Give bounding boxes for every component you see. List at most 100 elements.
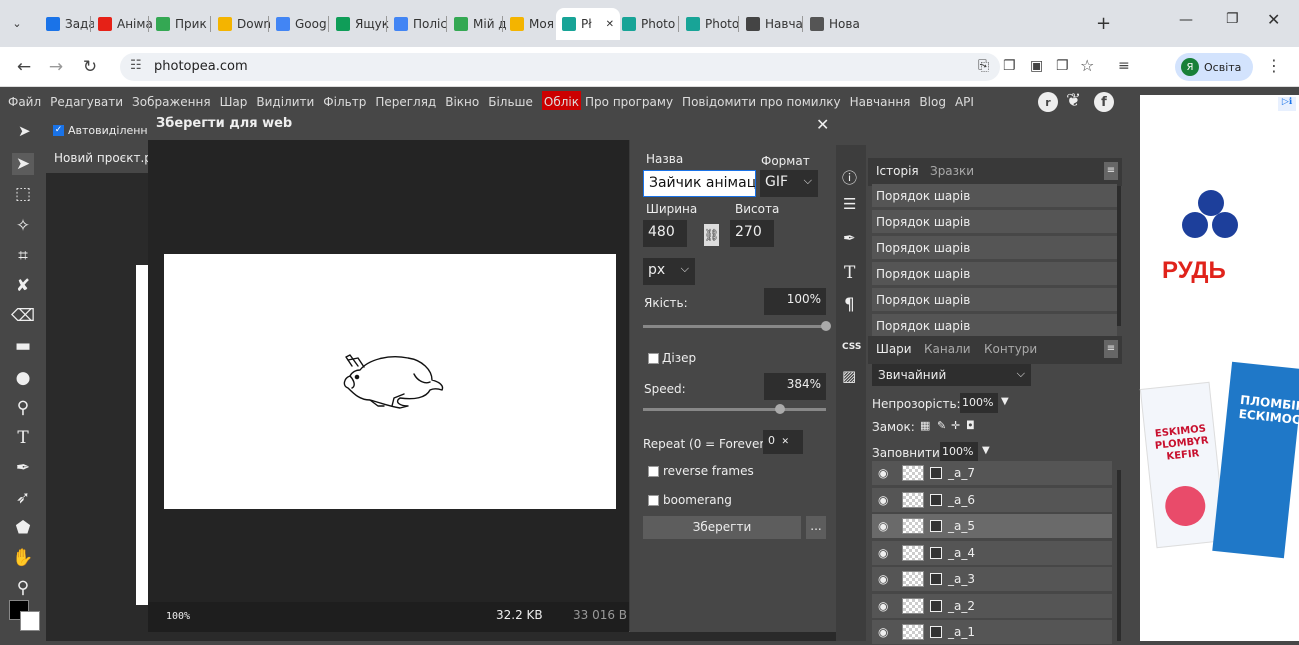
browser-tab[interactable]: Навча bbox=[740, 8, 806, 40]
history-item[interactable]: Порядок шарів bbox=[872, 184, 1117, 208]
tab-paths[interactable]: Контури bbox=[984, 342, 1037, 356]
layer-row[interactable]: ◉ _a_1 bbox=[872, 620, 1112, 645]
history-scrollbar[interactable] bbox=[1117, 186, 1121, 326]
twitter-icon[interactable]: ❦ bbox=[1066, 90, 1081, 111]
info-icon[interactable]: ⓘ bbox=[842, 167, 857, 188]
layer-row[interactable]: ◉ _a_7 bbox=[872, 461, 1112, 486]
zoom-tool-icon[interactable]: ⚲ bbox=[12, 577, 34, 599]
save-button[interactable]: Зберегти bbox=[643, 516, 801, 539]
restore-button[interactable]: ❐ bbox=[1226, 11, 1239, 27]
forward-button[interactable]: → bbox=[42, 53, 70, 81]
advertisement[interactable]: ▷ℹ РУДЬ ESKIMOS PLOMBYR KEFIR ПЛОМБІР ЕС… bbox=[1139, 95, 1299, 641]
eraser-tool-icon[interactable]: ⌫ bbox=[11, 305, 35, 327]
adjustments-icon[interactable]: ☰ bbox=[843, 195, 856, 213]
opacity-input[interactable]: 100% bbox=[960, 393, 998, 413]
menu-item[interactable]: Blog bbox=[919, 95, 946, 109]
ad-choices-icon[interactable]: ▷ℹ bbox=[1278, 97, 1296, 111]
browser-tab[interactable]: Аніма bbox=[92, 8, 152, 40]
marquee-tool-icon[interactable]: ⬚ bbox=[12, 183, 34, 205]
minimize-button[interactable]: — bbox=[1179, 12, 1193, 28]
fill-input[interactable]: 100% bbox=[940, 442, 978, 462]
menu-item[interactable]: Перегляд bbox=[375, 95, 436, 109]
blend-mode-select[interactable]: Звичайний ⌵ bbox=[872, 364, 1031, 386]
healing-tool-icon[interactable]: ✘ bbox=[12, 275, 34, 297]
menu-item[interactable]: Шар bbox=[220, 95, 248, 109]
menu-item[interactable]: Про програму bbox=[585, 95, 673, 109]
dodge-tool-icon[interactable]: ⚲ bbox=[12, 397, 34, 419]
link-proportions-icon[interactable]: ⛓ bbox=[704, 224, 719, 246]
menu-item[interactable]: Файл bbox=[8, 95, 41, 109]
browser-tab[interactable]: Photo bbox=[616, 8, 682, 40]
visibility-eye-icon[interactable]: ◉ bbox=[878, 519, 896, 533]
visibility-eye-icon[interactable]: ◉ bbox=[878, 546, 896, 560]
menu-item[interactable]: Редагувати bbox=[50, 95, 123, 109]
history-item[interactable]: Порядок шарів bbox=[872, 236, 1117, 260]
type-tool-icon[interactable]: T bbox=[12, 427, 34, 449]
shape-tool-icon[interactable]: ⬟ bbox=[12, 517, 34, 539]
menu-item[interactable]: Вікно bbox=[445, 95, 479, 109]
menu-item[interactable]: Фільтр bbox=[323, 95, 366, 109]
chevron-down-icon[interactable]: ▼ bbox=[1001, 396, 1009, 407]
layer-row[interactable]: ◉ _a_3 bbox=[872, 567, 1112, 592]
install-app-icon[interactable]: ❐ bbox=[1003, 58, 1016, 74]
visibility-eye-icon[interactable]: ◉ bbox=[878, 466, 896, 480]
document-tab[interactable]: Новий проєкт.p bbox=[46, 145, 150, 173]
browser-menu-icon[interactable]: ⋮ bbox=[1266, 56, 1282, 75]
reverse-frames-checkbox[interactable] bbox=[648, 466, 659, 477]
browser-tab[interactable]: Ящук bbox=[330, 8, 390, 40]
history-item[interactable]: Порядок шарів bbox=[872, 288, 1117, 312]
move-tool-icon[interactable]: ➤ bbox=[18, 122, 31, 140]
bookmark-star-icon[interactable]: ☆ bbox=[1080, 56, 1094, 75]
panel-menu-icon[interactable]: ≡ bbox=[1104, 162, 1118, 180]
menu-item[interactable]: Повідомити про помилку bbox=[682, 95, 841, 109]
profile-button[interactable]: Я Освіта bbox=[1175, 53, 1253, 81]
reading-list-icon[interactable]: ≡ bbox=[1118, 58, 1130, 74]
path-select-icon[interactable]: ➶ bbox=[12, 487, 34, 509]
facebook-icon[interactable]: f bbox=[1094, 92, 1114, 112]
visibility-eye-icon[interactable]: ◉ bbox=[878, 572, 896, 586]
move-tool-icon[interactable]: ➤ bbox=[12, 153, 34, 175]
chevron-down-icon[interactable]: ▼ bbox=[982, 445, 990, 456]
crop-tool-icon[interactable]: ⌗ bbox=[12, 245, 34, 267]
translate-icon[interactable]: ▣ bbox=[1030, 58, 1043, 74]
menu-item[interactable]: API bbox=[955, 95, 974, 109]
reload-button[interactable]: ↻ bbox=[76, 53, 104, 81]
tab-layers[interactable]: Шари bbox=[876, 342, 912, 356]
browser-tab[interactable]: Поліс bbox=[388, 8, 450, 40]
share-icon[interactable]: ❐ bbox=[1056, 58, 1069, 74]
history-item[interactable]: Порядок шарів bbox=[872, 210, 1117, 234]
width-input[interactable]: 480 bbox=[643, 220, 687, 247]
boomerang-checkbox[interactable] bbox=[648, 495, 659, 506]
lock-position-icon[interactable]: ✛ bbox=[951, 419, 960, 432]
dither-checkbox[interactable] bbox=[648, 353, 659, 364]
repeat-input[interactable]: 0 ✕ bbox=[763, 430, 803, 454]
menu-item[interactable]: Більше bbox=[488, 95, 533, 109]
quality-slider-knob[interactable] bbox=[821, 321, 831, 331]
layer-row[interactable]: ◉ _a_2 bbox=[872, 593, 1112, 619]
browser-tab[interactable]: Photo bbox=[680, 8, 742, 40]
menu-item[interactable]: Зображення bbox=[132, 95, 211, 109]
close-window-button[interactable]: ✕ bbox=[1267, 10, 1280, 29]
quality-slider[interactable] bbox=[643, 325, 826, 328]
layer-row[interactable]: ◉ _a_5 bbox=[872, 514, 1112, 539]
quality-input[interactable]: 100% bbox=[764, 288, 826, 315]
panel-menu-icon[interactable]: ≡ bbox=[1104, 340, 1118, 358]
history-item[interactable]: Порядок шарів bbox=[872, 262, 1117, 286]
character-icon[interactable]: T bbox=[844, 263, 855, 283]
lock-pixels-icon[interactable]: ✎ bbox=[937, 419, 946, 432]
lock-all-icon[interactable]: ◘ bbox=[966, 419, 975, 432]
tab-search-button[interactable]: ⌄ bbox=[6, 12, 28, 34]
height-input[interactable]: 270 bbox=[730, 220, 774, 247]
tab-close-icon[interactable]: ✕ bbox=[606, 19, 614, 30]
paragraph-icon[interactable]: ¶ bbox=[844, 295, 855, 315]
brush-settings-icon[interactable]: ✒ bbox=[843, 229, 856, 247]
tab-channels[interactable]: Канали bbox=[924, 342, 971, 356]
site-info-icon[interactable]: ☷ bbox=[130, 58, 142, 73]
reddit-icon[interactable]: r bbox=[1038, 92, 1058, 112]
layer-row[interactable]: ◉ _a_6 bbox=[872, 487, 1112, 513]
image-icon[interactable]: ▨ bbox=[842, 367, 856, 385]
clipboard-icon[interactable]: ⎘ bbox=[978, 58, 989, 74]
gradient-tool-icon[interactable]: ▬ bbox=[12, 335, 34, 357]
hand-tool-icon[interactable]: ✋ bbox=[12, 547, 34, 569]
speed-slider-knob[interactable] bbox=[775, 404, 786, 414]
